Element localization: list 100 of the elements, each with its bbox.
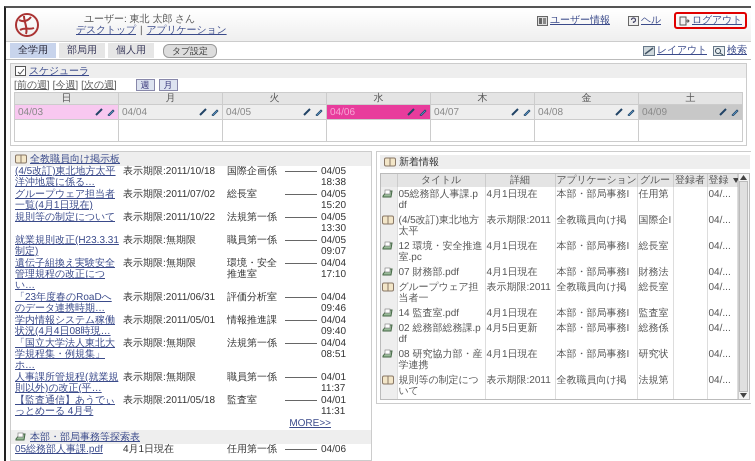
table-cell: 監査室 [637, 306, 673, 321]
dash-line [285, 449, 317, 450]
pencil-icon [107, 108, 115, 116]
table-cell: 全教職員向け掲 [555, 280, 637, 306]
view-button[interactable]: 月 [158, 79, 178, 91]
day-slot[interactable] [327, 119, 431, 141]
post-title-link[interactable]: 「国立大学法人東北大学規程集・例規集」ホ… [15, 338, 119, 371]
post-date: 04/04 [321, 338, 348, 349]
table-cell: 財務法 [637, 265, 673, 280]
news-title-cell[interactable]: グループウェア担当者一 [397, 280, 485, 306]
week-link[interactable]: [今週] [52, 80, 78, 90]
news-title-cell[interactable]: 08 研究協力部・産学連携 [397, 347, 485, 373]
table-cell: 法規第 [637, 373, 673, 399]
table-cell: 任用第 [637, 187, 673, 213]
column-header[interactable]: グルー [637, 174, 673, 187]
table-cell: 04/... [707, 321, 737, 347]
news-title-cell[interactable]: 12 環境・安全推進室.pc [397, 239, 485, 265]
table-cell: 表示期限:2011 [485, 213, 555, 239]
header-link[interactable]: ヘル [641, 15, 661, 26]
post-title-link[interactable]: 遺伝子組換え実験安全管理規程の改正につい… [15, 258, 119, 291]
table-cell: 研究状 [637, 347, 673, 373]
post-date: 04/05 [321, 235, 348, 246]
post-title-link[interactable]: 規則等の制定について [15, 212, 119, 234]
post-department: 環境・安全推進室 [227, 258, 278, 282]
week-link[interactable]: [次の週] [81, 80, 117, 90]
column-header[interactable]: アプリケーション [555, 174, 637, 187]
board-icon [15, 154, 27, 164]
post-title-link[interactable]: 人事課所管規程(就業規則以外)の改正(平… [15, 372, 119, 394]
column-header[interactable]: 詳細 [485, 174, 555, 187]
post-time: 17:10 [321, 269, 348, 280]
dash-line [285, 171, 317, 172]
id-card-icon [537, 16, 548, 26]
table-cell: 総長室 [637, 239, 673, 265]
post-time: 13:30 [321, 223, 348, 234]
separator: | [140, 24, 143, 36]
day-slot[interactable] [431, 119, 535, 141]
file-icon [382, 308, 394, 318]
table-cell: 本部・部局事務I [555, 265, 637, 280]
post-date: 04/05 [321, 189, 348, 200]
panel-title: 新着情報 [399, 156, 439, 168]
news-title-cell[interactable]: 規則等の制定について [397, 373, 485, 399]
news-title-cell[interactable]: 05総務部人事課.pdf [397, 187, 485, 213]
tool-link[interactable]: レイアウト [657, 45, 707, 56]
day-slot[interactable] [535, 119, 639, 141]
tool-link[interactable]: 検索 [727, 45, 747, 56]
day-slot[interactable] [223, 119, 327, 141]
date-label: 04/05 [226, 106, 252, 118]
post-title-link[interactable]: 「23年度春のRoaDへのデータ連携時期… [15, 292, 119, 314]
post-date: 04/01 [321, 395, 348, 406]
scrollbar-thumb[interactable] [739, 181, 748, 392]
post-title-link[interactable]: 05総務部人事課.pdf [15, 444, 119, 455]
more-link[interactable]: MORE>> [289, 418, 331, 429]
post-department: 評価分析室 [227, 292, 278, 305]
nav-link[interactable]: デスクトップ [76, 24, 136, 36]
dash-line [285, 297, 317, 298]
pencil-icon [211, 108, 219, 116]
header-link[interactable]: ログアウト [692, 15, 742, 26]
date-label: 04/06 [330, 106, 356, 118]
post-title-link[interactable]: 就業規則改正(H23.3.31制定) [15, 235, 119, 257]
post-date: 04/04 [321, 315, 348, 326]
post-date: 04/01 [321, 372, 348, 383]
table-cell: 4月5日更新 [485, 321, 555, 347]
table-cell: 本部・部局事務I [555, 306, 637, 321]
nav-link[interactable]: アプリケーション [146, 24, 227, 36]
post-title-link[interactable]: 【監査通信】あうでぃっとめーる 4月号 [15, 395, 119, 417]
post-time: 11:37 [321, 383, 346, 394]
panel-title[interactable]: スケジューラ [29, 66, 89, 76]
day-slot[interactable] [119, 119, 223, 141]
tab[interactable]: 部局用 [59, 43, 105, 58]
tab[interactable]: 全学用 [10, 43, 56, 58]
news-title-cell[interactable]: (4/5改訂)東北地方太平 [397, 213, 485, 239]
post-date: 04/05 [321, 166, 348, 177]
column-header[interactable]: タイトル [397, 174, 485, 187]
post-title-link[interactable]: (4/5改訂)東北地方太平洋沖地震に係る… [15, 166, 119, 188]
table-cell: 04/... [707, 306, 737, 321]
news-title-cell[interactable]: 02 総務部総務課.pdf [397, 321, 485, 347]
dash-line [285, 217, 317, 218]
post-title-link[interactable]: グループウェア担当者一覧(4月1日現在) [15, 189, 119, 211]
post-period: 表示期限:2011/05/18 [123, 395, 216, 408]
pencil-icon [315, 108, 323, 116]
post-period: 表示期限:2011/06/31 [123, 292, 216, 305]
tab[interactable]: 個人用 [108, 43, 154, 58]
scrollbar[interactable] [738, 174, 748, 399]
column-header[interactable]: 登録者 [673, 174, 707, 187]
view-button[interactable]: 週 [136, 79, 155, 91]
panel-title[interactable]: 全教職員向け掲示板 [30, 154, 120, 164]
day-slot[interactable] [15, 119, 119, 141]
dash-line [285, 343, 317, 344]
table-cell: 4月1日現在 [485, 347, 555, 373]
week-link[interactable]: [前の週] [14, 80, 50, 90]
table-cell: 表示期限:2011 [485, 373, 555, 399]
post-period: 表示期限:2011/07/02 [123, 189, 216, 202]
post-department: 法規第一係 [227, 338, 278, 351]
tab-settings-button[interactable]: タブ設定 [163, 44, 217, 58]
header-link[interactable]: ユーザー情報 [550, 15, 610, 26]
day-slot[interactable] [639, 119, 743, 141]
scroll-up-arrow-icon [740, 175, 747, 180]
table-cell: 総長室 [637, 280, 673, 306]
post-title-link[interactable]: 学内情報システム稼働状況(4月4日08時現… [15, 315, 119, 337]
table-cell: 全教職員向け掲 [555, 373, 637, 399]
